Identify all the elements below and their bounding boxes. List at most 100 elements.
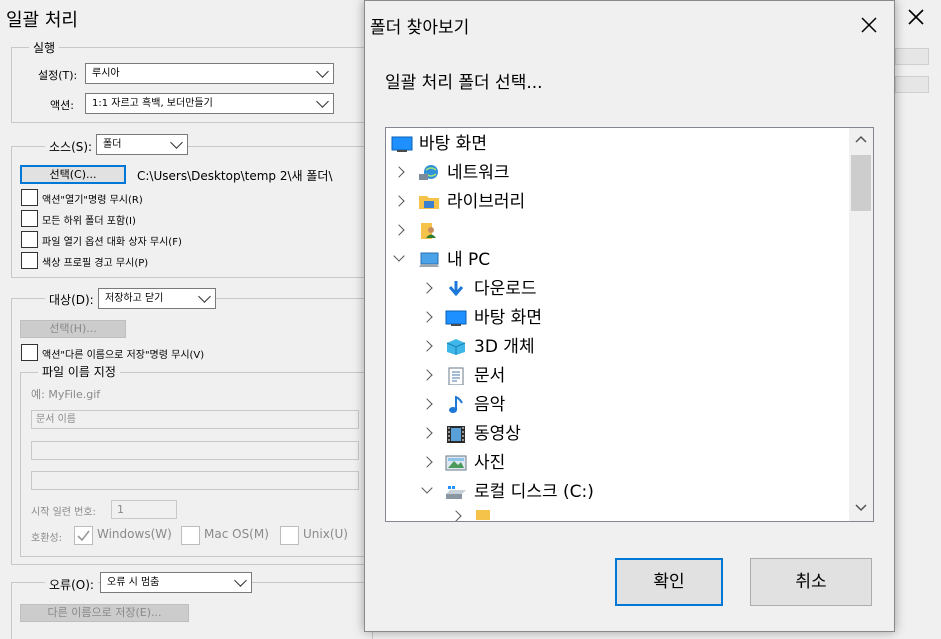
naming-legend: 파일 이름 지정: [38, 363, 120, 380]
compat-windows-checkbox[interactable]: [74, 526, 93, 545]
side-button-1[interactable]: [895, 48, 929, 65]
tree-item-label: 바탕 화면: [419, 134, 487, 154]
naming-field-2[interactable]: [31, 441, 359, 460]
close-icon[interactable]: [859, 15, 879, 35]
naming-field-1[interactable]: 문서 이름: [31, 410, 359, 429]
scroll-down-icon[interactable]: [849, 499, 873, 517]
chevron-down-icon: [316, 65, 329, 78]
chevron-down-icon: [198, 290, 211, 303]
source-select[interactable]: 폴더: [96, 134, 188, 155]
naming-field-3[interactable]: [31, 471, 359, 490]
source-checkbox-1[interactable]: [21, 189, 38, 206]
drive-icon: [446, 486, 466, 499]
naming-example: 예: MyFile.gif: [31, 388, 101, 401]
scrollbar-thumb[interactable]: [851, 155, 871, 211]
source-checkbox-4[interactable]: [21, 252, 38, 269]
chevron-right-icon[interactable]: [421, 369, 433, 381]
ok-button[interactable]: 확인: [615, 558, 723, 606]
set-label: 설정(T):: [38, 69, 78, 82]
folder-tree[interactable]: 바탕 화면 네트워크 라이브러리 내 PC 다운로드 바탕 화면 3D 개체 문…: [385, 127, 874, 522]
override-save-label: 액션"다른 이름으로 저장"명령 무시(V): [42, 350, 205, 361]
tree-item-label: 사진: [474, 453, 506, 473]
action-select[interactable]: 1:1 자르고 흑백, 보더만들기: [85, 93, 334, 114]
action-label: 액션:: [50, 99, 74, 112]
3d-objects-icon: [446, 339, 466, 355]
desktop-icon: [445, 310, 467, 326]
source-path: C:\Users\Desktop\temp 2\새 폴더\: [137, 169, 333, 183]
tree-item-label: 동영상: [474, 424, 521, 444]
tree-item-label: 네트워크: [447, 163, 510, 183]
chevron-right-icon[interactable]: [393, 224, 405, 236]
close-icon[interactable]: [905, 6, 927, 28]
cancel-button-label: 취소: [795, 572, 827, 592]
side-button-2[interactable]: [895, 76, 929, 93]
compat-unix-label: Unix(U): [303, 527, 348, 541]
source-select-value: 폴더: [103, 139, 122, 150]
tree-item-partial[interactable]: [450, 510, 542, 521]
scroll-up-icon[interactable]: [849, 130, 873, 148]
dialog-prompt: 일괄 처리 폴더 선택...: [385, 73, 543, 93]
naming-field-1-value: 문서 이름: [36, 414, 76, 425]
target-label: 대상(D):: [45, 291, 98, 308]
user-folder-icon: [421, 223, 436, 239]
source-label: 소스(S):: [45, 138, 97, 155]
tree-item-label: 다운로드: [474, 279, 537, 299]
cancel-button[interactable]: 취소: [750, 558, 872, 606]
dialog-title: 폴더 찾아보기: [370, 18, 470, 38]
target-choose-button[interactable]: 선택(H)...: [20, 320, 126, 338]
set-select-value: 루시아: [92, 68, 120, 79]
tree-item-label: 음악: [474, 395, 506, 415]
source-checkbox-3-label: 파일 열기 옵션 대화 상자 무시(F): [42, 237, 182, 248]
chevron-right-icon[interactable]: [421, 398, 433, 410]
chevron-right-icon[interactable]: [393, 195, 405, 207]
target-select-value: 저장하고 닫기: [105, 293, 164, 304]
tree-item-label: 바탕 화면: [474, 308, 542, 328]
document-icon: [448, 367, 464, 385]
compat-label: 호환성:: [31, 533, 62, 544]
set-select[interactable]: 루시아: [85, 63, 334, 84]
serial-value: 1: [117, 503, 124, 516]
chevron-right-icon[interactable]: [421, 427, 433, 439]
library-icon: [419, 196, 439, 209]
tree-item-label: 3D 개체: [474, 337, 535, 357]
desktop-icon: [391, 136, 413, 152]
compat-mac-checkbox[interactable]: [181, 526, 200, 545]
tree-item-label: 로컬 디스크 (C:): [474, 482, 594, 502]
source-checkbox-2-label: 모든 하위 폴더 포함(I): [42, 216, 136, 227]
error-select-value: 오류 시 멈춤: [107, 577, 160, 588]
folder-icon: [476, 510, 490, 520]
chevron-right-icon[interactable]: [421, 340, 433, 352]
chevron-down-icon[interactable]: [393, 250, 405, 262]
chevron-right-icon[interactable]: [450, 510, 462, 521]
video-icon: [447, 426, 465, 443]
save-as-button[interactable]: 다른 이름으로 저장(E)...: [20, 604, 189, 622]
picture-icon: [445, 455, 467, 471]
source-checkbox-2[interactable]: [21, 210, 38, 227]
chevron-right-icon[interactable]: [393, 166, 405, 178]
tree-scrollbar[interactable]: [849, 128, 873, 521]
source-checkbox-4-label: 색상 프로필 경고 무시(P): [42, 258, 149, 269]
override-save-checkbox[interactable]: [21, 344, 38, 361]
network-icon: [419, 165, 438, 180]
chevron-right-icon[interactable]: [421, 282, 433, 294]
pc-icon: [419, 252, 439, 267]
source-choose-button[interactable]: 선택(C)...: [20, 165, 126, 184]
serial-input[interactable]: 1: [111, 500, 177, 519]
chevron-right-icon[interactable]: [421, 456, 433, 468]
source-checkbox-3[interactable]: [21, 231, 38, 248]
compat-unix-checkbox[interactable]: [280, 526, 299, 545]
target-select[interactable]: 저장하고 닫기: [98, 288, 216, 309]
download-icon: [448, 281, 464, 297]
chevron-right-icon[interactable]: [421, 311, 433, 323]
serial-label: 시작 일련 번호:: [31, 507, 96, 518]
chevron-down-icon[interactable]: [421, 482, 433, 494]
tree-item-label: 문서: [474, 366, 506, 386]
chevron-down-icon: [316, 95, 329, 108]
error-select[interactable]: 오류 시 멈춤: [100, 572, 252, 593]
error-label: 오류(O):: [45, 576, 98, 593]
tree-item-label: 내 PC: [447, 250, 491, 270]
source-checkbox-1-label: 액션"열기"명령 무시(R): [42, 195, 143, 206]
music-icon: [449, 396, 463, 413]
window-title: 일괄 처리: [6, 10, 78, 31]
compat-mac-label: Mac OS(M): [204, 527, 269, 541]
